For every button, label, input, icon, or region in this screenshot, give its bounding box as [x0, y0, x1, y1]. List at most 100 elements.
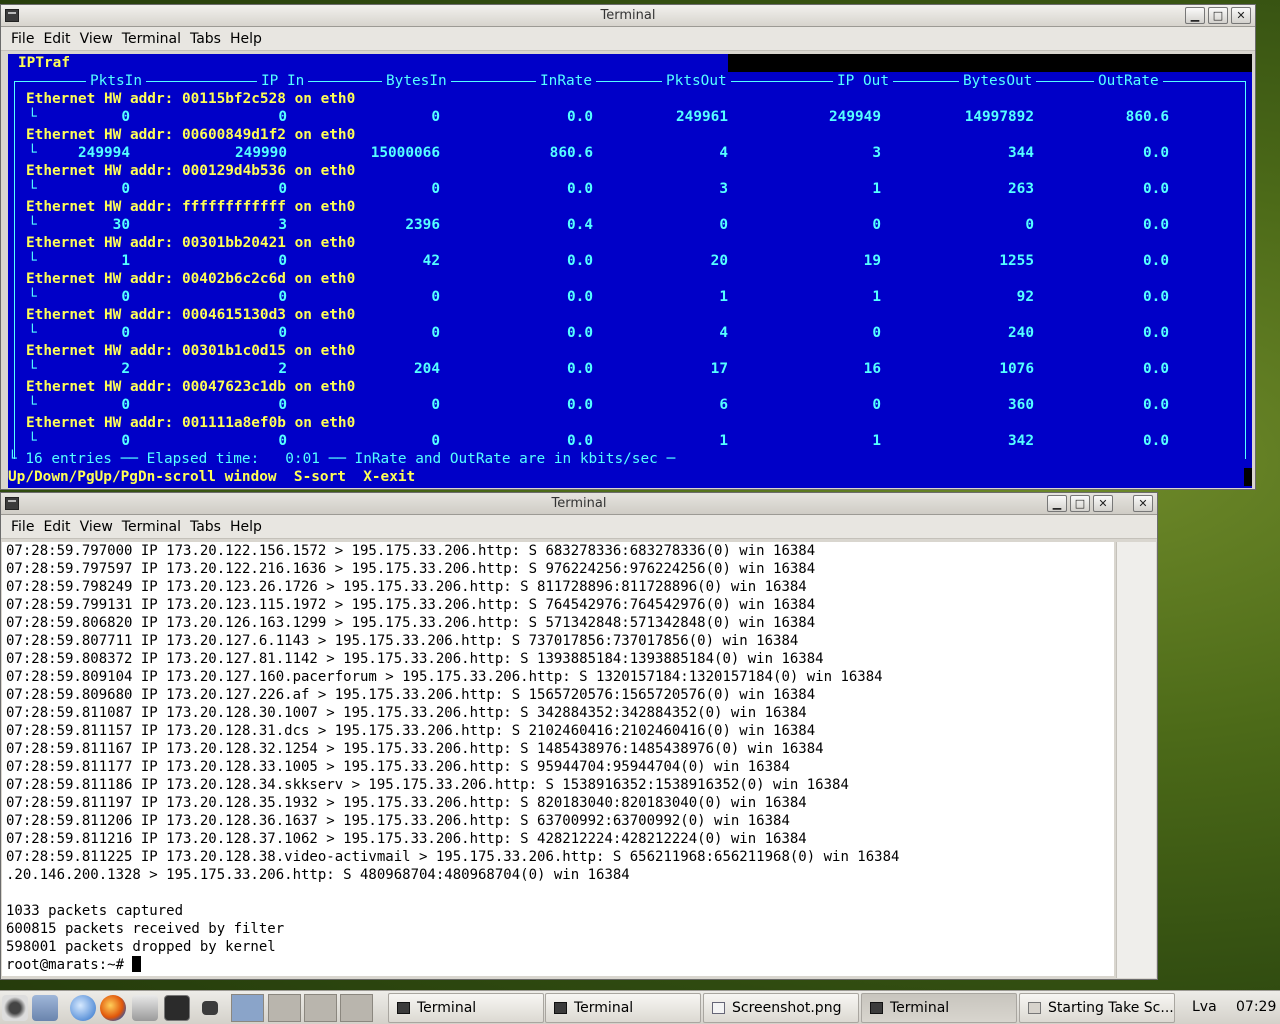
stat-cell: 20: [710, 253, 728, 269]
thunderbird-icon[interactable]: [70, 995, 96, 1021]
menu-terminal[interactable]: Terminal: [122, 519, 181, 535]
window-menu-icon[interactable]: [5, 497, 19, 510]
stat-cell: 0: [872, 325, 881, 341]
stat-cell: 860.6: [1125, 109, 1169, 125]
header-inrate: InRate: [536, 72, 596, 90]
close-button[interactable]: ✕: [1231, 7, 1251, 24]
hw-stats-row: └ 249994 249990 15000066 860.6 4 3 344 0.0: [8, 144, 1252, 162]
header-ipin: IP In: [257, 72, 309, 90]
menu-edit[interactable]: Edit: [43, 519, 70, 535]
terminal-output[interactable]: 07:28:59.797000 IP 173.20.122.156.1572 >…: [2, 542, 1114, 976]
titlebar[interactable]: Terminal ▁ □ ✕ ✕: [1, 493, 1157, 515]
firefox-icon[interactable]: [100, 995, 126, 1021]
header-pktsin: PktsIn: [86, 72, 146, 90]
hw-address-entry[interactable]: Ethernet HW addr: 00301bb20421 on eth0: [26, 234, 355, 252]
terminal-output-line: 07:28:59.811225 IP 173.20.128.38.video-a…: [6, 849, 900, 865]
menu-help[interactable]: Help: [230, 519, 262, 535]
stat-cell: 0: [278, 109, 287, 125]
stat-cell: 0.0: [567, 361, 593, 377]
shell-prompt-line[interactable]: root@marats:~#: [2, 956, 1114, 974]
task-terminal-1[interactable]: Terminal: [388, 993, 544, 1023]
hw-address-entry[interactable]: Ethernet HW addr: 000129d4b536 on eth0: [26, 162, 355, 180]
close-button[interactable]: ✕: [1133, 495, 1153, 512]
hw-address-entry[interactable]: Ethernet HW addr: 00047623c1db on eth0: [26, 378, 355, 396]
hw-stats-row: └ 0 0 0 0.0 6 0 360 0.0: [8, 396, 1252, 414]
menu-edit[interactable]: Edit: [43, 31, 70, 47]
terminal-scrollbar[interactable]: [1116, 542, 1156, 978]
hw-address-entry[interactable]: Ethernet HW addr: 001111a8ef0b on eth0: [26, 414, 355, 432]
task-screenshot[interactable]: Screenshot.png: [703, 993, 859, 1023]
window-menu-icon[interactable]: [5, 9, 19, 22]
menu-view[interactable]: View: [80, 519, 113, 535]
stat-cell: 0: [278, 325, 287, 341]
stat-cell: 0.0: [567, 253, 593, 269]
tools-icon[interactable]: [132, 995, 158, 1021]
terminal-output-line: 07:28:59.811216 IP 173.20.128.37.1062 > …: [6, 831, 807, 847]
show-desktop-icon[interactable]: [32, 995, 58, 1021]
menu-help[interactable]: Help: [230, 31, 262, 47]
terminal-output-line: 07:28:59.811087 IP 173.20.128.30.1007 > …: [6, 705, 807, 721]
menu-view[interactable]: View: [80, 31, 113, 47]
terminal-output-line: 07:28:59.809680 IP 173.20.127.226.af > 1…: [6, 687, 816, 703]
maximize-button[interactable]: □: [1208, 7, 1228, 24]
close-button[interactable]: ✕: [1093, 495, 1113, 512]
stat-cell: 3: [278, 217, 287, 233]
stat-cell: 0.0: [1143, 217, 1169, 233]
keyboard-layout-indicator[interactable]: Lva: [1192, 999, 1217, 1015]
terminal-output-line: 07:28:59.797597 IP 173.20.122.216.1636 >…: [6, 561, 816, 577]
stat-cell: 263: [1008, 181, 1034, 197]
task-take-screenshot[interactable]: Starting Take Sc...: [1019, 993, 1175, 1023]
window-list-icon[interactable]: [202, 1001, 218, 1015]
stat-cell: 3: [719, 181, 728, 197]
stat-cell: 0.0: [567, 289, 593, 305]
hw-address-entry[interactable]: Ethernet HW addr: 0004615130d3 on eth0: [26, 306, 355, 324]
stat-cell: 0: [278, 253, 287, 269]
task-terminal-2[interactable]: Terminal: [545, 993, 701, 1023]
main-menu-icon[interactable]: [2, 995, 28, 1021]
hw-address-entry[interactable]: Ethernet HW addr: 00402b6c2c6d on eth0: [26, 270, 355, 288]
stat-cell: 15000066: [370, 145, 440, 161]
stat-cell: 344: [1008, 145, 1034, 161]
workspace-3[interactable]: [304, 994, 337, 1022]
workspace-1[interactable]: [231, 994, 264, 1022]
menu-file[interactable]: File: [11, 31, 34, 47]
stat-cell: 0: [431, 397, 440, 413]
terminal-output-line: 07:28:59.811167 IP 173.20.128.32.1254 > …: [6, 741, 824, 757]
menu-tabs[interactable]: Tabs: [190, 519, 221, 535]
stat-cell: 204: [414, 361, 440, 377]
minimize-button[interactable]: ▁: [1047, 495, 1067, 512]
terminal-output-line: 07:28:59.811197 IP 173.20.128.35.1932 > …: [6, 795, 807, 811]
taskbar: Terminal Terminal Screenshot.png Termina…: [0, 990, 1280, 1024]
hw-stats-row: └ 30 3 2396 0.4 0 0 0 0.0: [8, 216, 1252, 234]
stat-cell: 0: [121, 433, 130, 449]
terminal-output-line: 07:28:59.811206 IP 173.20.128.36.1637 > …: [6, 813, 790, 829]
hw-address-entry[interactable]: Ethernet HW addr: 00115bf2c528 on eth0: [26, 90, 355, 108]
menu-file[interactable]: File: [11, 519, 34, 535]
iptraf-screen[interactable]: IPTraf PktsIn IP In BytesIn InRate PktsO…: [8, 54, 1252, 488]
stat-cell: 0.0: [1143, 145, 1169, 161]
maximize-button[interactable]: □: [1070, 495, 1090, 512]
stat-cell: 0: [121, 181, 130, 197]
hw-address-entry[interactable]: Ethernet HW addr: 00600849d1f2 on eth0: [26, 126, 355, 144]
titlebar[interactable]: Terminal ▁ □ ✕: [1, 5, 1255, 27]
workspace-2[interactable]: [268, 994, 301, 1022]
stat-cell: 342: [1008, 433, 1034, 449]
hw-address-entry[interactable]: Ethernet HW addr: 00301b1c0d15 on eth0: [26, 342, 355, 360]
hw-address-entry[interactable]: Ethernet HW addr: ffffffffffff on eth0: [26, 198, 355, 216]
stat-cell: 0.0: [1143, 325, 1169, 341]
menu-terminal[interactable]: Terminal: [122, 31, 181, 47]
menu-tabs[interactable]: Tabs: [190, 31, 221, 47]
hw-stats-row: └ 2 2 204 0.0 17 16 1076 0.0: [8, 360, 1252, 378]
stat-cell: 14997892: [964, 109, 1034, 125]
terminal-output-line: 07:28:59.798249 IP 173.20.123.26.1726 > …: [6, 579, 807, 595]
menubar: File Edit View Terminal Tabs Help: [1, 27, 1255, 51]
clock[interactable]: 07:29: [1236, 999, 1276, 1015]
hw-stats-row: └ 0 0 0 0.0 3 1 263 0.0: [8, 180, 1252, 198]
minimize-button[interactable]: ▁: [1185, 7, 1205, 24]
task-terminal-3[interactable]: Terminal: [861, 993, 1017, 1023]
workspace-4[interactable]: [340, 994, 373, 1022]
terminal-launcher-icon[interactable]: [164, 995, 190, 1021]
stat-cell: 92: [1016, 289, 1034, 305]
stat-cell: 4: [719, 325, 728, 341]
stat-cell: 3: [872, 145, 881, 161]
